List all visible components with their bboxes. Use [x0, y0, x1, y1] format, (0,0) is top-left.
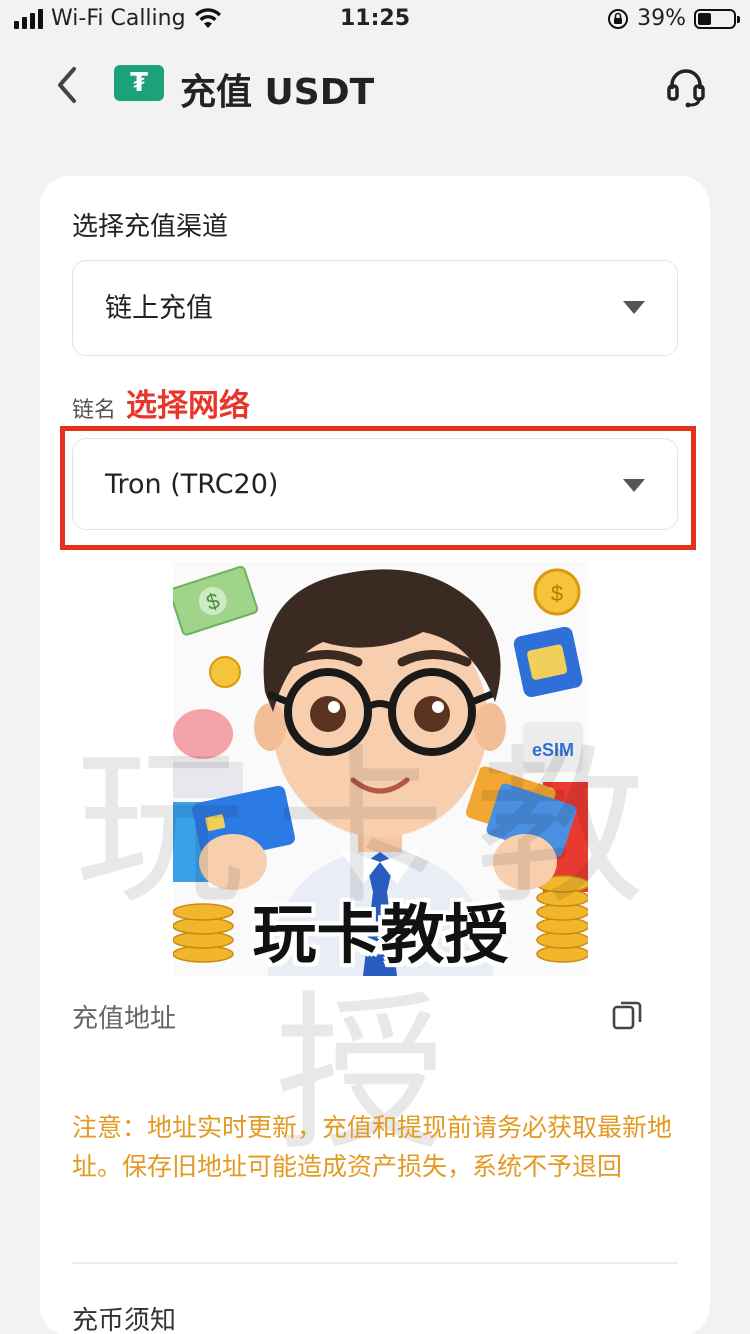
esim-badge-text: eSIM [532, 740, 574, 760]
chain-label: 链名 [72, 398, 117, 423]
channel-value: 链上充值 [105, 293, 213, 324]
channel-label: 选择充值渠道 [72, 212, 229, 242]
page-header: ₮ 充值 USDT [0, 55, 750, 115]
back-icon[interactable] [48, 63, 88, 107]
status-right: 39% [607, 6, 740, 31]
highlight-annotation-box [60, 426, 696, 550]
customer-service-icon[interactable] [664, 65, 708, 109]
illustration-caption: 玩卡教授 [252, 899, 509, 973]
svg-text:$: $ [551, 581, 563, 606]
warning-notice: 注意：地址实时更新，充值和提现前请务必获取最新地址。保存旧地址可能造成资产损失，… [72, 1113, 673, 1181]
rotation-lock-icon [608, 8, 629, 29]
copy-icon[interactable] [610, 998, 644, 1032]
battery-icon [694, 8, 740, 29]
divider [72, 1262, 678, 1264]
page-title: 充值 USDT [180, 72, 375, 113]
battery-percent: 39% [637, 6, 686, 31]
battery-fill [698, 12, 712, 25]
illustration-image: $ $ eSIM 玩卡教授 [173, 562, 588, 976]
deposit-instructions-heading: 充币须知 [72, 1306, 177, 1334]
usdt-logo-icon: ₮ [114, 65, 164, 101]
chain-hint-annotation: 选择网络 [126, 388, 250, 424]
status-bar: Wi-Fi Calling 11:25 39% [0, 0, 750, 44]
channel-select[interactable]: 链上充值 [72, 260, 678, 356]
caret-down-icon [623, 301, 645, 314]
deposit-address-label: 充值地址 [72, 1004, 177, 1034]
